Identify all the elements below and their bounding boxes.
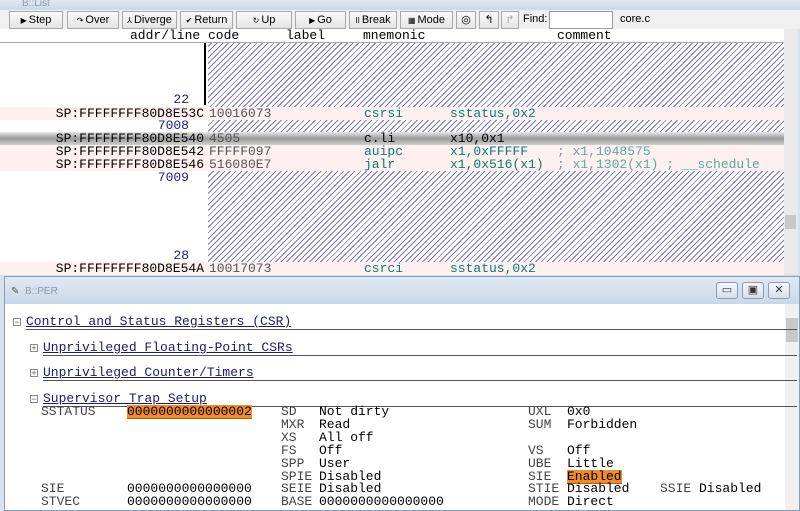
break-icon: II <box>355 16 360 25</box>
instruction-row[interactable]: SP:FFFFFFFF80D8E53C 10016073 csrsi sstat… <box>0 107 784 120</box>
source-line-number: 7009 <box>157 170 189 185</box>
minimize-button[interactable]: ▭ <box>716 282 738 299</box>
go-button[interactable]: ▶ Go <box>295 11 346 29</box>
go-label: Go <box>317 14 332 26</box>
over-icon: ↷ <box>76 16 84 25</box>
scrollbar-thumb[interactable] <box>785 215 796 229</box>
col-comment[interactable]: comment <box>557 29 612 42</box>
left-border <box>204 43 206 105</box>
instruction-row[interactable]: SP:FFFFFFFF80D8E54A 10017073 csrci sstat… <box>0 262 784 275</box>
expand-icon[interactable]: + <box>30 369 38 378</box>
window-title: B::List <box>22 0 50 9</box>
mode-button[interactable]: ▦ Mode <box>400 11 453 29</box>
list-window-titlebar: B::List <box>0 0 800 10</box>
operands: sstatus,0x2 <box>450 106 536 121</box>
return-button[interactable]: ✔ Return <box>180 11 233 29</box>
field-value[interactable]: 0000000000000000 <box>319 495 444 508</box>
section-counters[interactable]: Unprivileged Counter/Timers <box>43 366 254 379</box>
field-value[interactable]: Direct <box>567 495 614 508</box>
mnemonic: jalr <box>364 157 396 172</box>
module-label: core.c <box>620 13 650 25</box>
field-name: BASE <box>281 494 313 509</box>
address: SP:FFFFFFFF80D8E54A <box>55 261 204 276</box>
forward-icon[interactable]: ↱ <box>501 11 519 29</box>
field-value[interactable]: Disabled <box>699 482 761 495</box>
scrollbar-thumb[interactable] <box>786 318 798 342</box>
section-divider <box>43 355 797 356</box>
col-mnemonic[interactable]: mnemonic <box>363 29 425 42</box>
up-icon: ↻ <box>252 16 260 25</box>
section-divider <box>43 380 797 381</box>
mode-icon: ▦ <box>407 16 416 25</box>
mode-label: Mode <box>417 14 446 26</box>
field-name: SUM <box>528 417 552 432</box>
field-value[interactable]: Forbidden <box>567 418 637 431</box>
opcode: 10017073 <box>209 261 272 276</box>
field-name: MODE <box>528 494 560 509</box>
per-scrollbar[interactable] <box>785 304 799 510</box>
reg-name: STVEC <box>41 494 81 509</box>
opcode: 10016073 <box>209 106 272 121</box>
mnemonic: csrci <box>364 261 404 276</box>
comment: ; x1,1302(x1) ; __schedule <box>557 157 760 172</box>
section-divider <box>26 329 797 330</box>
col-code[interactable]: code <box>208 29 239 42</box>
reg-name: SSTATUS <box>41 404 96 419</box>
return-label: Return <box>194 14 228 26</box>
list-area: 22 SP:FFFFFFFF80D8E53C 10016073 csrsi ss… <box>0 42 784 275</box>
break-label: Break <box>361 14 391 26</box>
toolbar: ▶ Step ↷ Over ⅄ Diverge ✔ Return ↻ Up ▶ Go II B… <box>0 10 800 29</box>
operands: x1,0x516(x1) <box>450 157 544 172</box>
maximize-button[interactable]: ▣ <box>742 282 764 299</box>
back-icon[interactable]: ↰ <box>479 11 499 29</box>
list-scrollbar[interactable] <box>784 29 798 274</box>
window-title: B::PER <box>25 286 58 297</box>
collapse-icon[interactable]: − <box>30 395 38 404</box>
break-button[interactable]: II Break <box>349 11 397 29</box>
step-label: Step <box>28 14 52 26</box>
view-icon[interactable]: ◎ <box>456 11 476 29</box>
operands: sstatus,0x2 <box>450 261 536 276</box>
col-addr-line[interactable]: addr/line <box>130 29 200 42</box>
diverge-icon: ⅄ <box>127 16 132 25</box>
over-button[interactable]: ↷ Over <box>67 11 119 29</box>
section-fp[interactable]: Unprivileged Floating-Point CSRs <box>43 341 293 354</box>
diverge-label: Diverge <box>133 14 172 26</box>
diverge-button[interactable]: ⅄ Diverge <box>122 11 177 29</box>
window-icon: ✎ <box>11 286 20 297</box>
mnemonic: csrsi <box>364 106 404 121</box>
source-line-number: 22 <box>173 92 189 107</box>
expand-icon[interactable]: + <box>30 344 38 353</box>
instruction-row[interactable]: SP:FFFFFFFF80D8E546 516080E7 jalr x1,0x5… <box>0 158 784 171</box>
over-label: Over <box>85 14 110 26</box>
reg-value[interactable]: 0000000000000000 <box>127 495 252 508</box>
return-icon: ✔ <box>185 16 193 25</box>
find-input[interactable] <box>549 11 613 29</box>
column-header: addr/line code label mnemonic comment <box>0 29 784 42</box>
section-csr[interactable]: Control and Status Registers (CSR) <box>26 315 291 328</box>
find-label: Find: <box>523 13 548 25</box>
up-label: Up <box>261 14 276 26</box>
opcode: 516080E7 <box>209 157 272 172</box>
reg-value[interactable]: 0000000000000002 <box>127 405 252 419</box>
per-titlebar: ✎ B::PER ▭ ▣ ✕ <box>5 277 799 304</box>
field-name: SSIE <box>660 481 692 496</box>
step-icon: ▶ <box>20 16 27 25</box>
close-button[interactable]: ✕ <box>768 282 790 299</box>
up-button[interactable]: ↻ Up <box>236 11 292 29</box>
col-label[interactable]: label <box>286 29 325 42</box>
step-button[interactable]: ▶ Step <box>9 11 63 29</box>
go-icon: ▶ <box>309 16 316 25</box>
collapse-icon[interactable]: − <box>13 318 21 327</box>
